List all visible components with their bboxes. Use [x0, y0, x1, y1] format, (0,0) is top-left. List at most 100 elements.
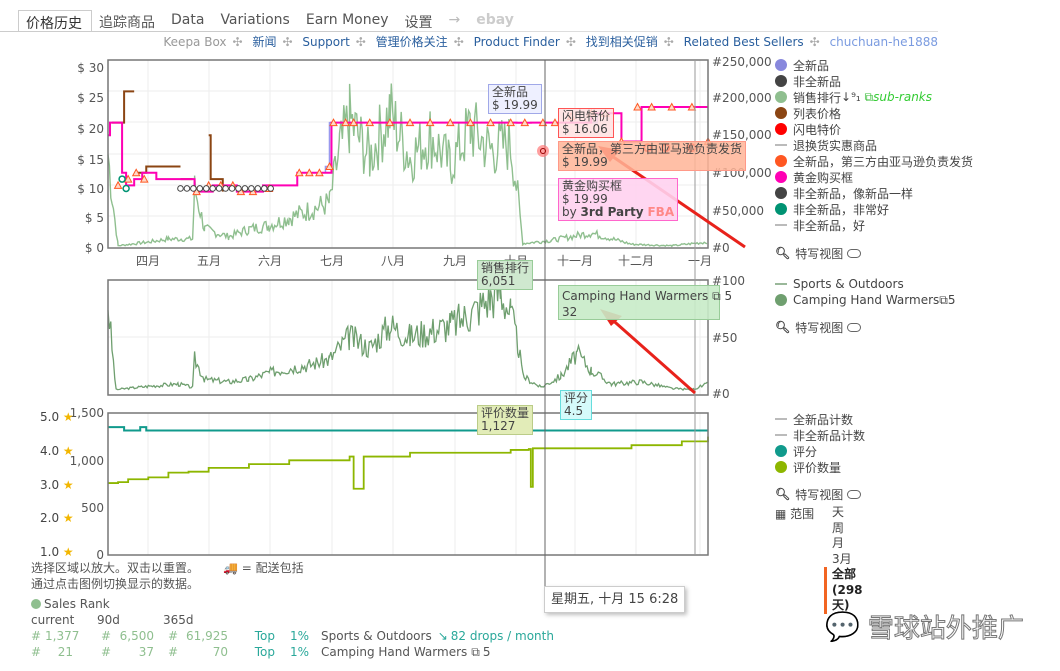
- watermark: 💬 雪球站外推广: [825, 610, 1025, 645]
- legend-item[interactable]: 评价数量: [775, 459, 841, 475]
- legend-item[interactable]: 非全新品，非常好: [775, 201, 889, 217]
- legend-item[interactable]: Camping Hand Warmers ⧉ 5: [775, 292, 955, 308]
- legend-label: 销售排行: [793, 90, 842, 105]
- range-3months[interactable]: 3月: [832, 552, 863, 568]
- legend-dot-icon: [775, 461, 787, 473]
- rank-row: #21 #37 #70 Top 1% Camping Hand Warmers ⧉ 5: [31, 645, 491, 659]
- legend-dash-icon: [775, 283, 787, 285]
- used-like-new-marker: [228, 185, 236, 192]
- legend-item[interactable]: 非全新品，像新品一样: [775, 185, 913, 201]
- legend-label: 闪电特价: [793, 122, 842, 137]
- legend-label: 非全新品，好: [793, 218, 866, 233]
- tooltip-sales-rank: 销售排行 6,051: [477, 260, 534, 290]
- legend-label: 评分: [793, 444, 818, 459]
- closeup-toggle[interactable]: 🔍︎ 特写视图: [775, 486, 862, 502]
- used-like-new-marker: [254, 185, 262, 192]
- legend-dot-icon: [775, 123, 787, 135]
- tooltip-review-count: 评价数量 1,127: [477, 405, 534, 435]
- used-like-new-marker: [183, 185, 191, 192]
- legend-label: 黄金购买框: [793, 170, 854, 185]
- legend-dash-icon: [775, 224, 787, 226]
- legend-item[interactable]: 全新品，第三方由亚马逊负责发货: [775, 153, 973, 169]
- legend-item[interactable]: 退换货实惠商品: [775, 137, 877, 153]
- closeup-toggle[interactable]: 🔍︎ 特写视图: [775, 319, 862, 335]
- legend-dot-icon: [775, 59, 787, 71]
- hierarchy-icon: ⧉: [471, 645, 480, 659]
- legend-label: 非全新品，非常好: [793, 202, 890, 217]
- legend-dot-icon: [775, 155, 787, 167]
- toggle-icon: [847, 489, 862, 499]
- closeup-toggle[interactable]: 🔍︎ 特写视图: [775, 245, 862, 261]
- legend-item[interactable]: 闪电特价: [775, 121, 841, 137]
- legend-dot-icon: [775, 294, 787, 306]
- info-panel: 选择区域以放大。双击以重置。 🚚 = 配送包括 通过点击图例切换显示的数据。 Sa…: [31, 561, 554, 659]
- legend-dot-icon: [775, 91, 787, 103]
- legend-label: 全新品，第三方由亚马逊负责发货: [793, 154, 974, 169]
- tooltip-subrank: Camping Hand Warmers ⧉ 5 32: [558, 285, 732, 320]
- legend-label: 评价数量: [793, 460, 842, 475]
- tooltip-fba: 全新品，第三方由亚马逊负责发货 $ 19.99: [558, 141, 746, 171]
- legend-label: 非全新品计数: [793, 428, 866, 443]
- legend-dot-icon: [775, 203, 787, 215]
- trend-down-icon: ↘: [437, 629, 448, 643]
- sort-icon: ↓⁹₁: [841, 89, 861, 104]
- range-week[interactable]: 周: [832, 521, 863, 537]
- tooltip-new: 全新品 $ 19.99: [488, 84, 542, 114]
- hierarchy-icon: ⧉: [712, 289, 721, 303]
- tooltip-rating: 评分 4.5: [560, 390, 593, 420]
- review-chart-frame: [107, 412, 709, 556]
- legend-label: Camping Hand Warmers: [793, 293, 940, 307]
- hierarchy-icon: ⧉: [864, 89, 874, 104]
- hover-point: [537, 145, 549, 157]
- used-like-new-marker: [209, 185, 216, 192]
- tooltip-buybox: 黄金购买框 $ 19.99 by 3rd Party FBA: [558, 178, 679, 221]
- range-day[interactable]: 天: [832, 505, 863, 521]
- legend-dot-icon: [775, 445, 787, 457]
- toggle-icon: [847, 248, 862, 258]
- legend-dash-icon: [775, 434, 787, 436]
- used-like-new-marker: [196, 185, 204, 192]
- legend-label: 全新品计数: [793, 412, 854, 427]
- legend-item[interactable]: 全新品: [775, 57, 829, 73]
- magnifier-icon: 🔍︎: [775, 246, 791, 260]
- sales-rank-dot: [31, 599, 41, 609]
- used-like-new-marker: [222, 185, 229, 192]
- legend-item[interactable]: 黄金购买框: [775, 169, 853, 185]
- used-like-new-marker: [190, 185, 197, 192]
- legend-item[interactable]: 列表价格: [775, 105, 841, 121]
- legend-item[interactable]: 非全新品: [775, 73, 841, 89]
- used-like-new-marker: [177, 185, 184, 192]
- legend-dot-icon: [775, 187, 787, 199]
- magnifier-icon: 🔍︎: [775, 487, 791, 501]
- tooltip-lightning: 闪电特价 $ 16.06: [558, 108, 615, 138]
- sub-ranks-link[interactable]: sub-ranks: [873, 90, 932, 104]
- legend-dash-icon: [775, 144, 787, 146]
- legend-label: 非全新品: [793, 74, 842, 89]
- toggle-icon: [847, 322, 862, 332]
- used-like-new-marker: [235, 185, 242, 192]
- truck-icon: 🚚: [223, 561, 238, 575]
- legend-item[interactable]: 全新品计数: [775, 411, 853, 427]
- legend-item[interactable]: 销售排行 ↓⁹₁ ⧉ sub-ranks: [775, 89, 932, 105]
- legend-dot-icon: [775, 171, 787, 183]
- used-like-new-marker: [215, 185, 223, 192]
- fba-price-marker: [633, 102, 642, 111]
- legend-item[interactable]: 非全新品计数: [775, 427, 865, 443]
- legend-item[interactable]: 评分: [775, 443, 817, 459]
- range-all[interactable]: 全部 (298 天): [824, 567, 863, 614]
- legend-label: 全新品: [793, 58, 830, 73]
- review-count-line: [108, 436, 709, 490]
- legend-item[interactable]: Sports & Outdoors: [775, 276, 904, 292]
- used-like-new-marker: [202, 185, 210, 192]
- range-month[interactable]: 月: [832, 536, 863, 552]
- legend-label: 列表价格: [793, 106, 842, 121]
- used-like-new-marker: [260, 185, 268, 192]
- legend-item[interactable]: 非全新品，好: [775, 217, 865, 233]
- legend-dot-icon: [775, 107, 787, 119]
- used-very-good-marker: [118, 175, 126, 183]
- drops-link[interactable]: 82 drops / month: [451, 628, 554, 644]
- used-like-new-marker: [267, 185, 274, 192]
- hierarchy-icon: ⧉: [939, 292, 948, 307]
- used-like-new-marker: [248, 185, 255, 192]
- used-like-new-marker: [241, 185, 249, 192]
